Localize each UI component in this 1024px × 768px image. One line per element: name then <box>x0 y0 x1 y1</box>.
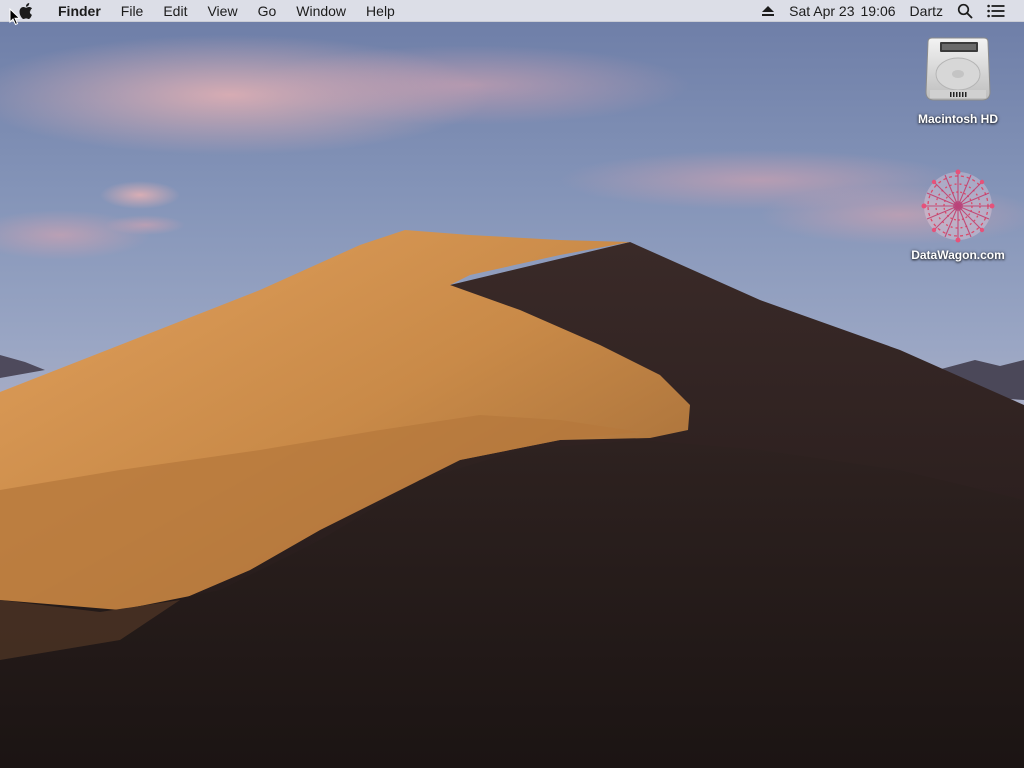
menu-app-finder[interactable]: Finder <box>48 0 111 22</box>
menu-window[interactable]: Window <box>286 0 356 22</box>
menu-view[interactable]: View <box>197 0 247 22</box>
spotlight-search-icon[interactable] <box>950 0 980 22</box>
eject-icon[interactable] <box>754 0 782 22</box>
wallpaper <box>0 0 1024 768</box>
mouse-pointer-icon <box>9 8 21 26</box>
clock-date: Sat Apr 23 <box>789 2 855 19</box>
user-menu[interactable]: Dartz <box>903 0 950 22</box>
network-volume-icon <box>921 169 995 243</box>
desktop[interactable]: Finder File Edit View Go Window Help Sat… <box>0 0 1024 768</box>
menu-clock[interactable]: Sat Apr 23 19:06 <box>782 0 902 22</box>
desktop-icon-macintosh-hd[interactable]: Macintosh HD <box>898 30 1018 128</box>
desktop-icon-label: DataWagon.com <box>911 248 1005 262</box>
desktop-icon-datawagon[interactable]: DataWagon.com <box>898 166 1018 264</box>
notification-center-icon[interactable] <box>980 0 1012 22</box>
menu-go[interactable]: Go <box>248 0 287 22</box>
menu-file[interactable]: File <box>111 0 154 22</box>
clock-time: 19:06 <box>860 2 896 19</box>
hard-drive-icon <box>925 37 991 101</box>
menu-bar: Finder File Edit View Go Window Help Sat… <box>0 0 1024 22</box>
desktop-icon-label: Macintosh HD <box>917 112 998 126</box>
menu-help[interactable]: Help <box>356 0 405 22</box>
menu-edit[interactable]: Edit <box>153 0 197 22</box>
